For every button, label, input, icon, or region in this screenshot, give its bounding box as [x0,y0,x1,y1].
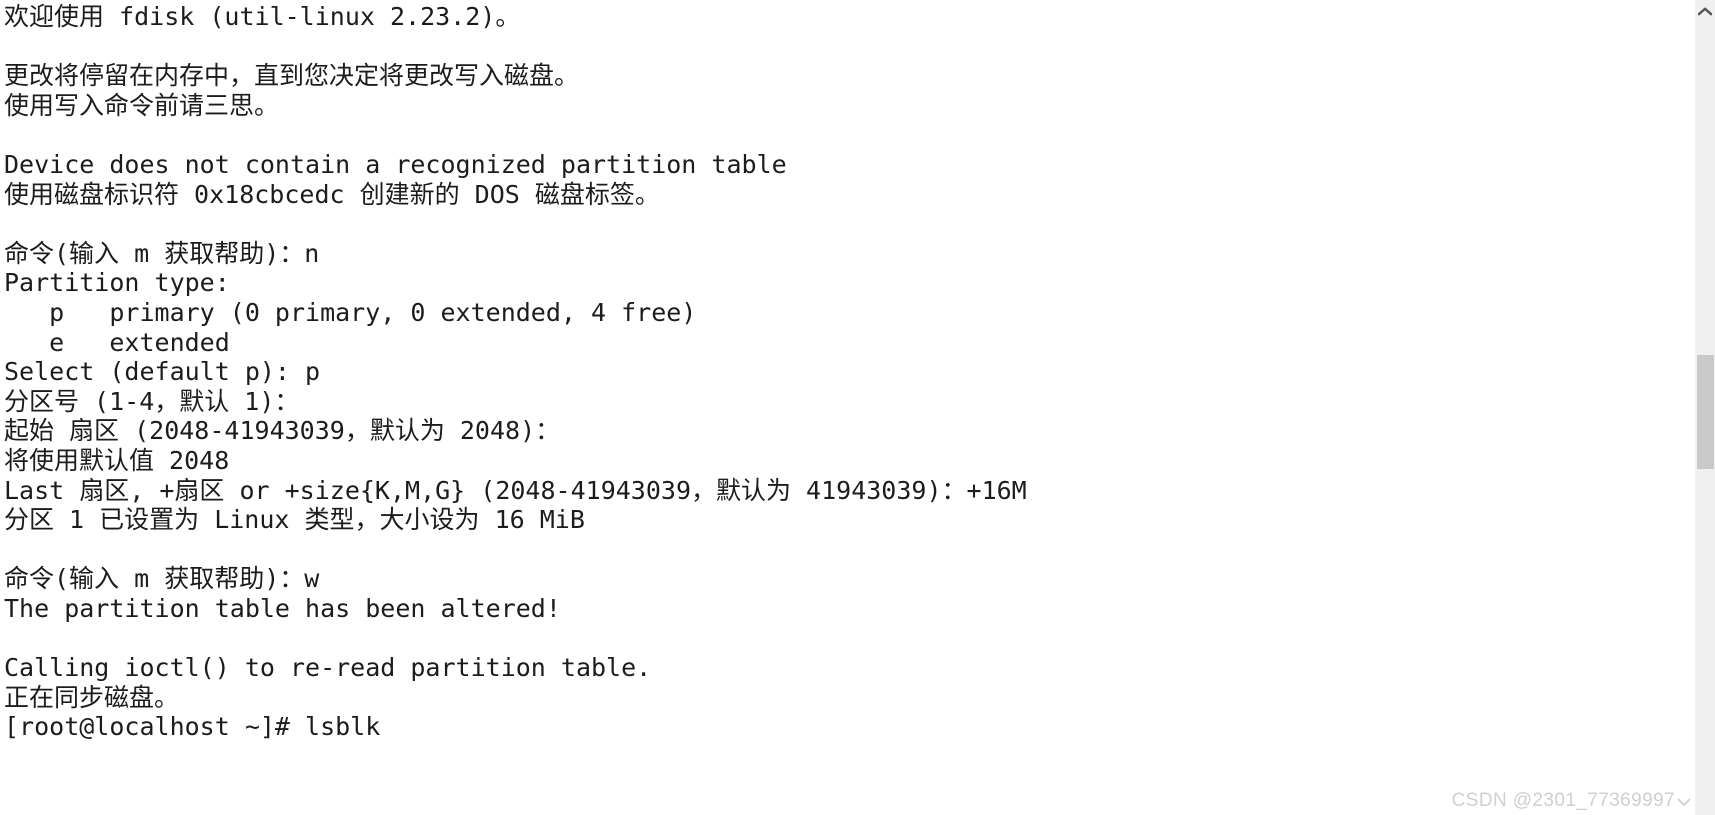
chevron-up-icon [1698,6,1712,16]
terminal-line: 使用磁盘标识符 0x18cbcedc 创建新的 DOS 磁盘标签。 [4,179,660,209]
terminal-line: 命令(输入 m 获取帮助)：w [4,564,320,594]
scrollbar-thumb[interactable] [1697,355,1714,469]
terminal-prompt-line: [root@localhost ~]# lsblk [4,712,381,742]
terminal-line: 分区 1 已设置为 Linux 类型，大小设为 16 MiB [4,505,585,535]
vertical-scrollbar[interactable] [1694,0,1715,815]
terminal-output[interactable]: 欢迎使用 fdisk (util-linux 2.23.2)。 更改将停留在内存… [0,0,1690,815]
scroll-up-button[interactable] [1695,0,1715,22]
terminal-line: e extended [4,327,230,357]
terminal-line: 正在同步磁盘。 [4,682,180,712]
terminal-line: The partition table has been altered! [4,593,561,623]
terminal-line: Device does not contain a recognized par… [4,149,787,179]
terminal-line: p primary (0 primary, 0 extended, 4 free… [4,297,697,327]
terminal-line: 分区号 (1-4，默认 1)： [4,386,300,416]
terminal-line: 更改将停留在内存中，直到您决定将更改写入磁盘。 [4,61,580,91]
terminal-line: 起始 扇区 (2048-41943039，默认为 2048)： [4,416,561,446]
terminal-line: Select (default p): p [4,357,321,387]
terminal-line: Last 扇区, +扇区 or +size{K,M,G} (2048-41943… [4,475,1027,505]
screenshot-root: 欢迎使用 fdisk (util-linux 2.23.2)。 更改将停留在内存… [0,0,1715,815]
terminal-line: 命令(输入 m 获取帮助)：n [4,238,320,268]
terminal-line: 使用写入命令前请三思。 [4,90,280,120]
terminal-line: Partition type: [4,268,230,298]
terminal-line: Calling ioctl() to re-read partition tab… [4,653,652,683]
terminal-line: 欢迎使用 fdisk (util-linux 2.23.2)。 [4,2,521,31]
terminal-line: 将使用默认值 2048 [4,445,230,475]
